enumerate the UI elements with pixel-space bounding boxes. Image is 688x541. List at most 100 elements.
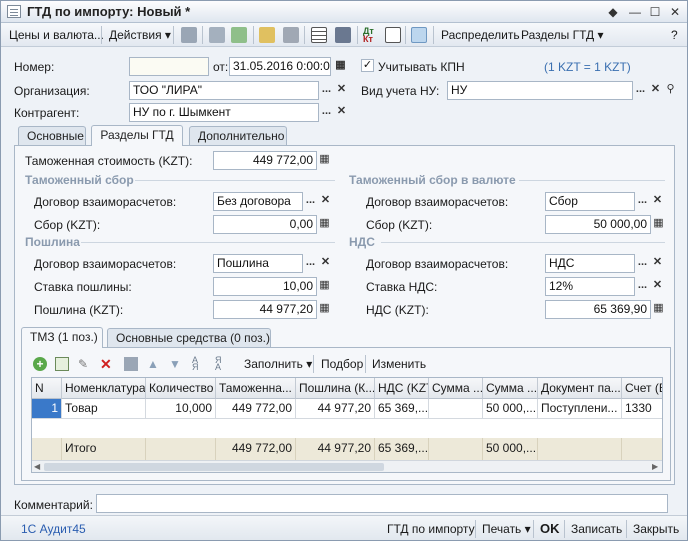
move-up-icon[interactable]: ▲ [147,357,161,371]
gtd-sections-menu[interactable]: Разделы ГТД ▾ [521,27,604,43]
calculator-icon[interactable]: ▦ [317,151,332,170]
post-icon[interactable] [181,27,197,43]
fee-cur-contract-input[interactable]: Сбор [545,192,635,211]
calculator-icon[interactable]: ▦ [651,215,666,234]
print-menu-button[interactable]: Печать ▾ [482,521,531,537]
vat-kzt-input[interactable]: 65 369,90 [545,300,651,319]
close-window-button[interactable]: ✕ [667,4,683,20]
vat-contract-select-button[interactable]: ... [635,254,650,273]
sort-asc-icon[interactable]: АЯ [192,356,206,372]
horizontal-scrollbar[interactable]: ◀ ▶ [32,460,662,472]
kpn-checkbox[interactable]: ✓ [361,59,374,72]
calculator-icon[interactable]: ▦ [651,300,666,319]
minimize-button[interactable]: — [627,4,643,20]
gtd-import-button[interactable]: ГТД по импорту [387,521,475,537]
actions-menu-button[interactable]: Действия ▾ [109,27,171,43]
tab-inventory[interactable]: ТМЗ (1 поз.) [21,327,103,348]
debit-credit-icon[interactable]: Дт Кт [363,27,379,44]
calculator-icon[interactable]: ▦ [317,277,332,296]
brand-link[interactable]: 1С Аудит45 [21,521,86,537]
add-row-icon[interactable]: + [33,357,47,371]
col-header[interactable]: Сумма ... [429,378,483,399]
col-header[interactable]: Документ па... [538,378,622,399]
nu-select-button[interactable]: ... [633,81,648,100]
vat-contract-clear-icon[interactable]: ✕ [650,254,665,273]
date-input[interactable]: 31.05.2016 0:00:00 [229,57,331,76]
fee-contract-clear-icon[interactable]: ✕ [318,192,333,211]
fee-contract-select-button[interactable]: ... [303,192,318,211]
tab-fixed-assets[interactable]: Основные средства (0 поз.) [107,328,271,348]
contractor-clear-icon[interactable]: ✕ [334,103,349,122]
organization-input[interactable]: ТОО "ЛИРА" [129,81,319,100]
col-header[interactable]: Счет (БУ [622,378,662,399]
table-cell[interactable]: 65 369,... [375,399,429,419]
table-cell[interactable]: 10,000 [146,399,216,419]
calculator-icon[interactable]: ▦ [317,215,332,234]
nu-type-input[interactable]: НУ [447,81,633,100]
calculator-icon[interactable]: ▦ [317,300,332,319]
structure-icon[interactable] [209,27,225,43]
comment-input[interactable] [96,494,668,513]
calendar-icon[interactable]: ▦ [333,57,348,76]
ok-button[interactable]: OK [540,521,560,537]
table-cell[interactable]: 44 977,20 [296,399,375,419]
save-button[interactable]: Записать [571,521,622,537]
duty-rate-input[interactable]: 10,00 [213,277,317,296]
tab-main[interactable]: Основные [18,126,86,146]
duty-kzt-input[interactable]: 44 977,20 [213,300,317,319]
customs-value-input[interactable]: 449 772,00 [213,151,317,170]
scroll-right-icon[interactable]: ▶ [652,461,658,472]
col-header[interactable]: Сумма ... [483,378,538,399]
fill-menu-button[interactable]: Заполнить ▾ [244,357,312,371]
change-button[interactable]: Изменить [372,357,426,371]
nu-search-icon[interactable]: ⚲ [663,81,678,100]
contractor-input[interactable]: НУ по г. Шымкент [129,103,319,122]
scrollbar-thumb[interactable] [44,463,384,471]
org-select-button[interactable]: ... [319,81,334,100]
delete-row-icon[interactable]: ✕ [100,357,114,371]
save-row-icon[interactable] [124,357,138,371]
col-header[interactable]: Таможенна... [216,378,296,399]
fee-contract-input[interactable]: Без договора [213,192,303,211]
duty-contract-input[interactable]: Пошлина [213,254,303,273]
edit-row-icon[interactable]: ✎ [78,357,92,371]
close-button[interactable]: Закрыть [633,521,679,537]
table-cell[interactable] [429,399,483,419]
fee-kzt-input[interactable]: 0,00 [213,215,317,234]
select-button[interactable]: Подбор [321,357,363,371]
hierarchy-icon[interactable] [411,27,427,43]
nu-clear-icon[interactable]: ✕ [648,81,663,100]
list-icon[interactable] [311,27,327,43]
tab-gtd-sections[interactable]: Разделы ГТД [91,125,183,146]
fee-cur-select-button[interactable]: ... [635,192,650,211]
copy-icon[interactable] [231,27,247,43]
table-cell[interactable]: Поступлени... [538,399,622,419]
inventory-table[interactable]: N Номенклатура Количество Таможенна... П… [31,377,663,473]
fee-cur-kzt-input[interactable]: 50 000,00 [545,215,651,234]
copy-row-icon[interactable] [55,357,69,371]
pin-icon[interactable]: ◆ [605,4,621,20]
duty-contract-clear-icon[interactable]: ✕ [318,254,333,273]
contractor-select-button[interactable]: ... [319,103,334,122]
table-cell[interactable]: Товар [62,399,146,419]
col-header[interactable]: Пошлина (К... [296,378,375,399]
org-clear-icon[interactable]: ✕ [334,81,349,100]
col-header[interactable]: N [32,378,62,399]
maximize-button[interactable]: ☐ [647,4,663,20]
scroll-left-icon[interactable]: ◀ [34,461,40,472]
vat-rate-input[interactable]: 12% [545,277,635,296]
col-header[interactable]: НДС (KZT) [375,378,429,399]
vat-contract-input[interactable]: НДС [545,254,635,273]
help-icon[interactable]: ? [671,27,678,43]
table-icon[interactable] [335,27,351,43]
vat-rate-clear-icon[interactable]: ✕ [650,277,665,296]
move-down-icon[interactable]: ▼ [169,357,183,371]
journal-icon[interactable] [385,27,401,43]
vat-rate-select-button[interactable]: ... [635,277,650,296]
tab-additional[interactable]: Дополнительно [189,126,287,146]
fee-cur-clear-icon[interactable]: ✕ [650,192,665,211]
table-cell[interactable]: 449 772,00 [216,399,296,419]
exchange-rate-link[interactable]: (1 KZT = 1 KZT) [544,59,631,75]
table-cell[interactable]: 50 000,... [483,399,538,419]
col-header[interactable]: Номенклатура [62,378,146,399]
